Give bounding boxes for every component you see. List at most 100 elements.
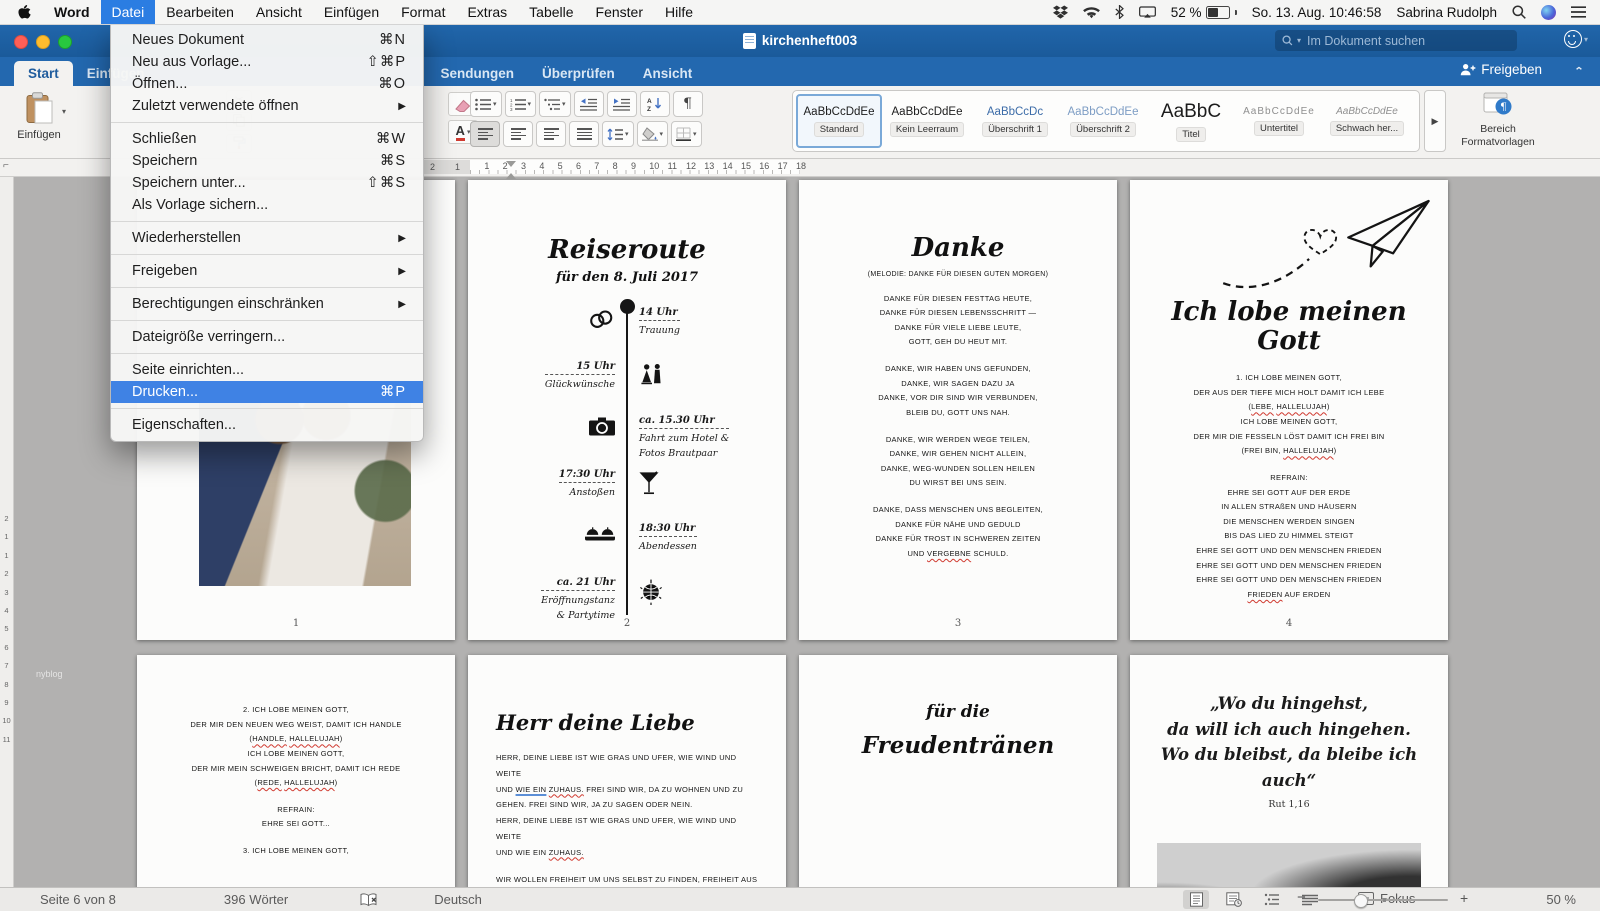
wifi-icon[interactable] xyxy=(1083,6,1100,19)
styles-more-button[interactable]: ▶ xyxy=(1424,90,1446,152)
web-layout-view-button[interactable] xyxy=(1221,890,1247,909)
page-title: Danke xyxy=(825,234,1091,263)
borders-button[interactable]: ▾ xyxy=(671,121,702,147)
menubar-item-einfugen[interactable]: Einfügen xyxy=(313,0,390,24)
tab-uberprufen[interactable]: Überprüfen xyxy=(528,61,629,86)
style-titel[interactable]: AaBbCTitel xyxy=(1148,94,1234,148)
quote-line: Wo du bleibst, da bleibe ich auch“ xyxy=(1156,742,1422,793)
notification-center-icon[interactable] xyxy=(1571,6,1586,18)
tab-sendungen[interactable]: Sendungen xyxy=(427,61,529,86)
collapse-ribbon-button[interactable]: ⌃ xyxy=(1574,65,1584,76)
zoom-window-button[interactable] xyxy=(58,35,72,49)
print-layout-view-button[interactable] xyxy=(1183,890,1209,909)
file-menu-item-neues-dokument[interactable]: Neues Dokument⌘N xyxy=(111,29,423,51)
document-page-5[interactable]: 2. ICH LOBE MEINEN GOTT,DER MIR DEN NEUE… xyxy=(137,655,455,888)
document-page-4[interactable]: Ich lobe meinen Gott1. ICH LOBE MEINEN G… xyxy=(1130,180,1448,640)
word-count[interactable]: 396 Wörter xyxy=(224,892,288,907)
language-indicator[interactable]: Deutsch xyxy=(434,892,482,907)
align-left-button[interactable] xyxy=(470,121,500,147)
zoom-slider-thumb[interactable] xyxy=(1354,894,1368,908)
style-untertitel[interactable]: AaBbCcDdEeUntertitel xyxy=(1236,94,1322,148)
menubar-item-fenster[interactable]: Fenster xyxy=(585,0,654,24)
shading-button[interactable]: ▾ xyxy=(637,121,669,147)
file-menu-item-drucken[interactable]: Drucken...⌘P xyxy=(111,381,423,403)
style-kein-leerraum[interactable]: AaBbCcDdEeKein Leerraum xyxy=(884,94,970,148)
document-page-6[interactable]: Herr deine LiebeHERR, DEINE LIEBE IST WI… xyxy=(468,655,786,888)
file-menu-item-seite-einrichten[interactable]: Seite einrichten... xyxy=(111,359,423,381)
zoom-level[interactable]: 50 % xyxy=(1546,892,1576,907)
document-page-2[interactable]: Reiseroutefür den 8. Juli 201714 UhrTrau… xyxy=(468,180,786,640)
minimize-window-button[interactable] xyxy=(36,35,50,49)
justify-button[interactable] xyxy=(569,121,599,147)
menubar-item-hilfe[interactable]: Hilfe xyxy=(654,0,704,24)
bluetooth-icon[interactable] xyxy=(1115,5,1124,19)
file-menu-item-neu-aus-vorlage[interactable]: Neu aus Vorlage...⇧⌘P xyxy=(111,51,423,73)
file-menu-item-berechtigungen-einschranken[interactable]: Berechtigungen einschränken▶ xyxy=(111,293,423,315)
menubar-clock[interactable]: So. 13. Aug. 10:46:58 xyxy=(1252,5,1382,20)
feedback-smiley-button[interactable]: ▾ xyxy=(1564,30,1588,48)
tab-ansicht[interactable]: Ansicht xyxy=(629,61,707,86)
file-menu-item-freigeben[interactable]: Freigeben▶ xyxy=(111,260,423,282)
menubar-item-format[interactable]: Format xyxy=(390,0,456,24)
landscape-photo xyxy=(1157,843,1421,888)
decrease-indent-button[interactable] xyxy=(574,91,604,117)
file-menu-item-wiederherstellen[interactable]: Wiederherstellen▶ xyxy=(111,227,423,249)
file-menu-item-eigenschaften[interactable]: Eigenschaften... xyxy=(111,414,423,436)
menubar-item-ansicht[interactable]: Ansicht xyxy=(245,0,313,24)
zoom-in-button[interactable]: + xyxy=(1460,890,1468,906)
file-menu-item-zuletzt-verwendete-offnen[interactable]: Zuletzt verwendete öffnen▶ xyxy=(111,95,423,117)
style-uberschrift-1[interactable]: AaBbCcDcÜberschrift 1 xyxy=(972,94,1058,148)
spotlight-icon[interactable] xyxy=(1512,5,1526,19)
document-page-3[interactable]: Danke(MELODIE: DANKE FÜR DIESEN GUTEN MO… xyxy=(799,180,1117,640)
outline-view-button[interactable] xyxy=(1259,890,1285,909)
file-menu-item-dateigrosse-verringern[interactable]: Dateigröße verringern... xyxy=(111,326,423,348)
styles-pane-button[interactable]: ¶ Bereich Formatvorlagen xyxy=(1450,91,1546,153)
style-standard[interactable]: AaBbCcDdEeStandard xyxy=(796,94,882,148)
menubar-item-word[interactable]: Word xyxy=(43,0,101,24)
file-menu-item-speichern-unter[interactable]: Speichern unter...⇧⌘S xyxy=(111,172,423,194)
page-indicator[interactable]: Seite 6 von 8 xyxy=(40,892,116,907)
siri-icon[interactable] xyxy=(1541,5,1556,20)
line-spacing-button[interactable]: ▾ xyxy=(602,121,634,147)
tab-start[interactable]: Start xyxy=(14,61,73,86)
paste-button[interactable]: ▾ Einfügen xyxy=(10,91,68,151)
ruler-number: 7 xyxy=(0,661,13,670)
page-title: Ich lobe meinen Gott xyxy=(1156,298,1422,355)
menubar-item-extras[interactable]: Extras xyxy=(456,0,518,24)
increase-indent-button[interactable] xyxy=(607,91,637,117)
dropbox-icon[interactable] xyxy=(1053,5,1068,19)
zoom-out-button[interactable]: − xyxy=(1297,889,1306,906)
document-search[interactable]: ▾ xyxy=(1275,30,1517,51)
document-page-8[interactable]: „Wo du hingehst,da will ich auch hingehe… xyxy=(1130,655,1448,888)
tab-selector-icon[interactable]: ⌐ xyxy=(3,160,9,171)
document-page-7[interactable]: für dieFreudentränen xyxy=(799,655,1117,888)
align-right-button[interactable] xyxy=(536,121,566,147)
menubar-item-datei[interactable]: Datei xyxy=(101,0,156,24)
zoom-slider[interactable] xyxy=(1318,899,1448,901)
share-button[interactable]: Freigeben xyxy=(1460,62,1542,77)
page-title: Herr deine Liebe xyxy=(496,711,758,734)
align-center-button[interactable] xyxy=(503,121,533,147)
style-uberschrift-2[interactable]: AaBbCcDdEeÜberschrift 2 xyxy=(1060,94,1146,148)
apple-menu[interactable] xyxy=(0,5,43,20)
spelling-status-icon[interactable] xyxy=(360,893,378,907)
style-schwach-her[interactable]: AaBbCcDdEeSchwach her... xyxy=(1324,94,1410,148)
file-menu-item-offnen[interactable]: Öffnen...⌘O xyxy=(111,73,423,95)
show-paragraph-marks-button[interactable]: ¶ xyxy=(673,91,703,117)
close-window-button[interactable] xyxy=(14,35,28,49)
file-menu-item-als-vorlage-sichern[interactable]: Als Vorlage sichern... xyxy=(111,194,423,216)
file-menu-item-schliessen[interactable]: Schließen⌘W xyxy=(111,128,423,150)
menubar-item-tabelle[interactable]: Tabelle xyxy=(518,0,584,24)
menubar-item-bearbeiten[interactable]: Bearbeiten xyxy=(155,0,245,24)
numbering-button[interactable]: 123▾ xyxy=(505,91,537,117)
bullets-button[interactable]: ▾ xyxy=(470,91,502,117)
search-input[interactable] xyxy=(1305,33,1510,49)
battery-indicator[interactable]: 52 % xyxy=(1171,5,1237,20)
multilevel-list-button[interactable]: ▾ xyxy=(539,91,571,117)
search-scope-caret[interactable]: ▾ xyxy=(1297,36,1301,45)
airplay-display-icon[interactable] xyxy=(1139,6,1156,18)
battery-label: 52 % xyxy=(1171,5,1202,20)
sort-button[interactable]: AZ xyxy=(640,91,670,117)
menubar-user[interactable]: Sabrina Rudolph xyxy=(1396,5,1497,20)
file-menu-item-speichern[interactable]: Speichern⌘S xyxy=(111,150,423,172)
